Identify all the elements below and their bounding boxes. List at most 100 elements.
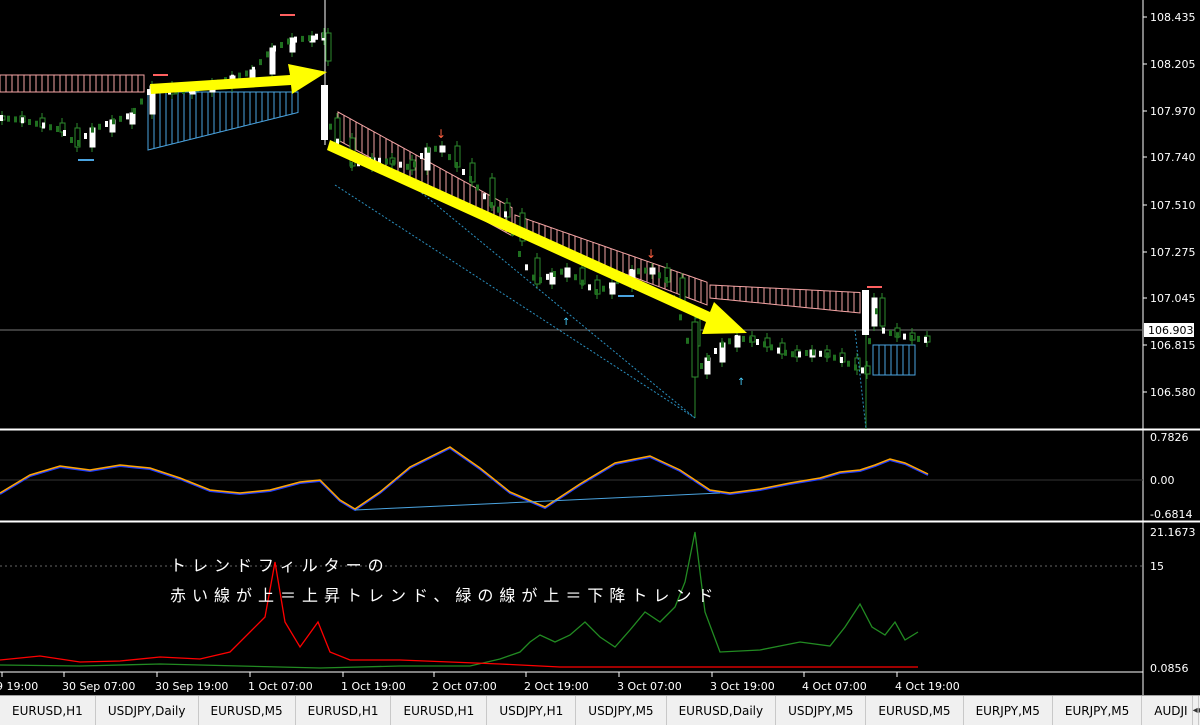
time-axis-label: 30 Sep 07:00 xyxy=(62,680,135,693)
candle-body xyxy=(861,367,864,374)
time-axis-label: 3 Oct 19:00 xyxy=(710,680,775,693)
candle-body xyxy=(70,137,73,143)
price-axis-label: 108.435 xyxy=(1150,11,1196,24)
candle-body xyxy=(325,32,332,62)
chart-tab[interactable]: USDJPY,M5 xyxy=(776,696,867,725)
sell-arrow-icon: ↓ xyxy=(436,127,446,141)
chart-tab[interactable]: EURJPY,M5 xyxy=(964,696,1053,725)
price-axis-label: 106.580 xyxy=(1150,386,1196,399)
chart-tab[interactable]: EURUSD,Daily xyxy=(667,696,777,725)
price-axis-label: 108.205 xyxy=(1150,58,1196,71)
candle-body xyxy=(791,351,794,358)
candle-body xyxy=(434,145,437,152)
time-axis-label: 4 Oct 07:00 xyxy=(802,680,867,693)
candle-body xyxy=(77,140,80,146)
osc1-divergence-line xyxy=(354,492,721,511)
time-axis-label: 9 19:00 xyxy=(0,680,38,693)
candle-body xyxy=(35,120,38,127)
price-axis: 108.435 108.205 107.970 107.740 107.510 107.2… xyxy=(1143,11,1196,399)
chart-tab[interactable]: USDJPY,H1 xyxy=(487,696,577,725)
candle-body xyxy=(588,284,591,291)
chart-tab[interactable]: EURUSD,M5 xyxy=(866,696,964,725)
candle-body xyxy=(735,335,738,341)
candle-body xyxy=(301,35,304,42)
candle-body xyxy=(798,351,801,358)
candle-body xyxy=(133,107,136,114)
candle-body xyxy=(691,321,699,378)
cloud-bullish xyxy=(147,91,299,151)
candle-body xyxy=(812,349,815,356)
candle-body xyxy=(546,273,549,280)
candle-body xyxy=(840,357,843,363)
candle-body xyxy=(490,202,493,208)
price-axis-label: 107.275 xyxy=(1150,246,1196,259)
chart-tab[interactable]: EURUSD,M5 xyxy=(199,696,296,725)
candle-body xyxy=(56,126,59,132)
candle-body xyxy=(287,38,290,45)
candle-body xyxy=(560,268,563,275)
chart-tab[interactable]: EURJPY,M5 xyxy=(1053,696,1143,725)
candle-body xyxy=(595,289,598,295)
candle-body xyxy=(518,251,521,257)
candle-body xyxy=(875,308,878,315)
candle-body xyxy=(483,193,486,200)
candle-body xyxy=(889,330,892,336)
chart-tab[interactable]: EURUSD,H1 xyxy=(391,696,488,725)
candle-body xyxy=(602,285,605,292)
candle-body xyxy=(784,349,787,356)
candle-body xyxy=(119,115,122,122)
candle-body xyxy=(497,206,500,213)
candle-body xyxy=(665,277,668,283)
candle-body xyxy=(630,269,633,275)
candle-body xyxy=(862,290,869,335)
trendline-dotted-3 xyxy=(854,329,867,430)
candle-body xyxy=(269,47,276,75)
candle-body xyxy=(763,341,766,348)
candle-body xyxy=(539,277,542,284)
chart-tab[interactable]: AUDJI xyxy=(1142,696,1193,725)
candle-body xyxy=(567,268,570,275)
sell-arrow-icon: ↓ xyxy=(646,247,656,261)
buy-arrow-icon: ↑ xyxy=(562,317,570,328)
chart-tab[interactable]: USDJPY,Daily xyxy=(96,696,199,725)
candle-body xyxy=(637,268,640,275)
buy-arrow-icon: ↑ xyxy=(737,377,745,388)
candle-body xyxy=(321,85,328,140)
candle-body xyxy=(105,121,108,127)
candle-body xyxy=(448,154,451,161)
current-price-label: 106.903 xyxy=(1148,324,1194,337)
chart-tab[interactable]: EURUSD,H1 xyxy=(0,696,96,725)
candle-body xyxy=(280,42,283,48)
candle-body xyxy=(805,350,808,356)
candle-body xyxy=(770,344,773,351)
candle-body xyxy=(742,335,745,342)
candle-body xyxy=(315,33,318,40)
candle-body xyxy=(49,124,52,131)
candle-body xyxy=(329,123,332,130)
candle-body xyxy=(525,264,528,271)
candle-body xyxy=(833,354,836,361)
annotation-line-1: トレンドフィルターの xyxy=(170,556,390,575)
candle-body xyxy=(504,211,507,218)
candle-body xyxy=(532,274,535,281)
signal-markers: ↓ ↓ ↑ ↑ xyxy=(78,14,882,388)
candle-body xyxy=(903,333,906,340)
yellow-arrow-down xyxy=(327,140,747,334)
candle-body xyxy=(0,115,3,121)
candle-body xyxy=(21,117,24,124)
time-axis-label: 30 Sep 19:00 xyxy=(155,680,228,693)
oscillator-1-axis: 0.7826 0.00 -0.6814 xyxy=(1150,431,1192,521)
osc2-axis-label: 21.1673 xyxy=(1150,526,1196,539)
chart-tab[interactable]: USDJPY,M5 xyxy=(576,696,667,725)
candle-body xyxy=(42,122,45,129)
candle-body xyxy=(917,335,920,342)
candle-body xyxy=(469,176,472,182)
price-axis-label: 107.740 xyxy=(1150,151,1196,164)
candle-body xyxy=(868,338,871,345)
candle-body xyxy=(854,364,857,371)
candle-body xyxy=(441,146,444,153)
chart-window[interactable]: ↓ ↓ ↑ ↑ 108.435 108.205 107.970 107.740 107.510… xyxy=(0,0,1200,695)
candle-body xyxy=(91,126,94,133)
candlesticks xyxy=(0,0,931,429)
chart-tab[interactable]: EURUSD,H1 xyxy=(296,696,392,725)
